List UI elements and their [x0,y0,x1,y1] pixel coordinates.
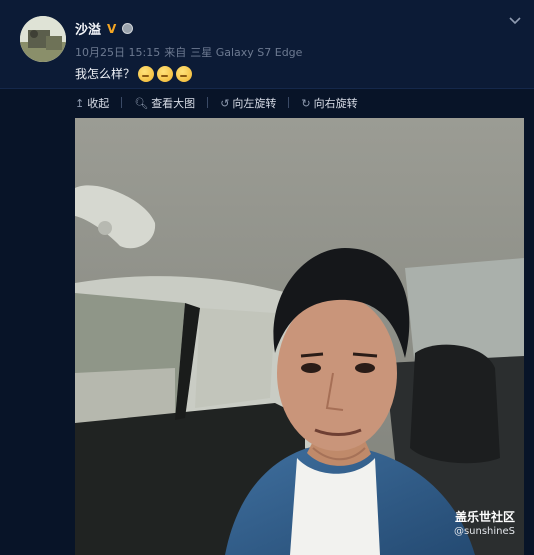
collapse-button[interactable]: ↥ 收起 [75,95,109,111]
collapse-label: 收起 [87,97,110,110]
view-large-button[interactable]: 🔍︎ 查看大图 [134,95,195,111]
device-name[interactable]: 三星 Galaxy S7 Edge [190,46,302,59]
chevron-down-icon[interactable] [508,14,522,28]
thinking-emoji-icon [157,65,174,82]
post-date[interactable]: 10月25日 15:15 [75,46,160,59]
post-text: 我怎么样？ [75,67,136,81]
divider [0,88,534,89]
watermark-handle: @sunshineS [453,526,515,537]
author-avatar[interactable] [20,16,66,62]
source-prefix: 来自 [164,46,187,59]
watermark: 盖乐世社区 @sunshineS [454,508,515,537]
rotate-right-label: 向右旋转 [313,97,358,110]
watermark-site: 盖乐世社区 [454,510,515,524]
rotate-right-button[interactable]: ↻ 向右旋转 [301,95,357,111]
verified-icon: V [107,21,117,36]
rotate-right-icon: ↻ [301,96,311,110]
arrow-up-icon: ↥ [75,96,85,110]
separator [207,97,209,108]
image-toolbar: ↥ 收起 🔍︎ 查看大图 ↺ 向左旋转 ↻ 向右旋转 [75,95,358,111]
author-name[interactable]: 沙溢 [75,19,101,38]
post-meta: 10月25日 15:15 来自 三星 Galaxy S7 Edge [75,44,306,60]
rotate-left-icon: ↺ [220,96,230,110]
magnifier-icon: 🔍︎ [134,96,149,110]
post-photo[interactable]: 盖乐世社区 @sunshineS [75,118,524,555]
view-large-label: 查看大图 [151,97,196,110]
separator [288,97,290,108]
medal-icon [122,23,134,34]
author-row: 沙溢 V [75,19,134,38]
rotate-left-button[interactable]: ↺ 向左旋转 [220,95,276,111]
separator [121,97,123,108]
post-content: 我怎么样？ [75,65,193,82]
rotate-left-label: 向左旋转 [232,97,277,110]
weibo-post: 沙溢 V 10月25日 15:15 来自 三星 Galaxy S7 Edge 我怎么… [0,0,534,555]
thinking-emoji-icon [138,65,155,82]
thinking-emoji-icon [176,65,193,82]
